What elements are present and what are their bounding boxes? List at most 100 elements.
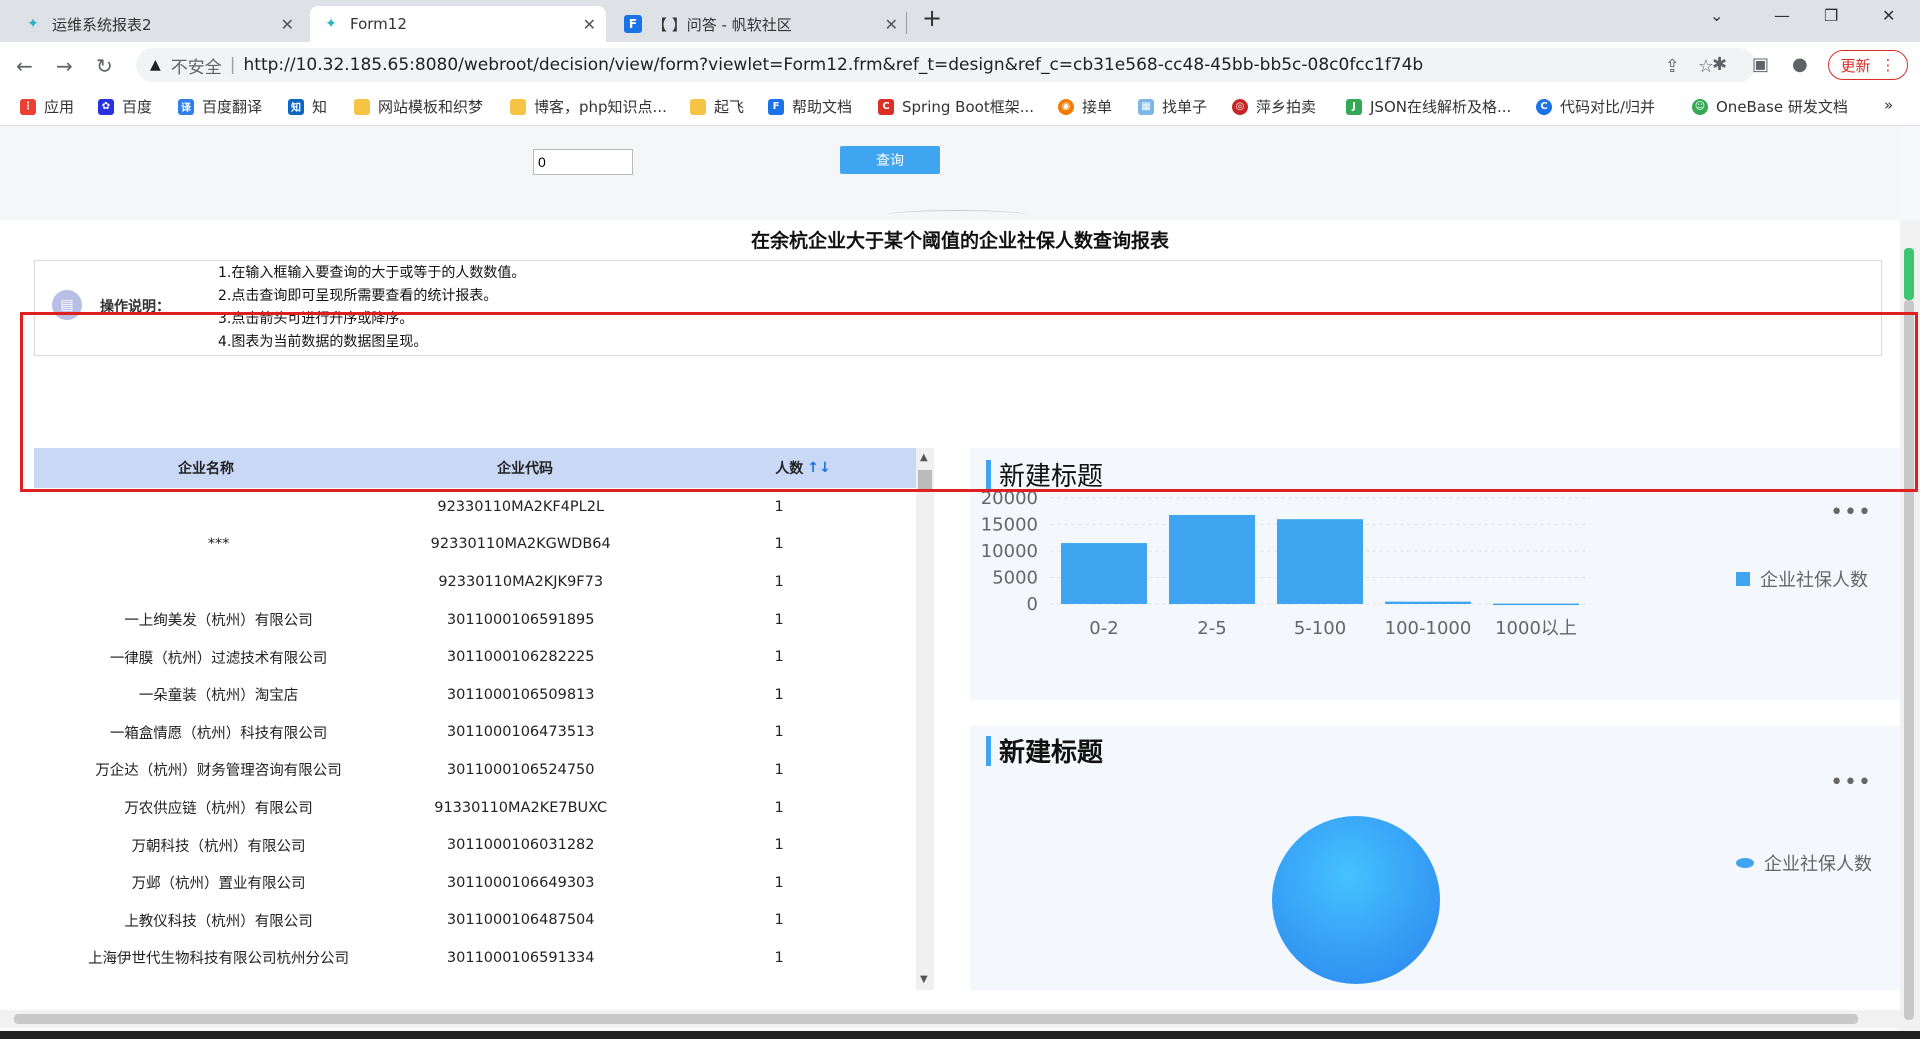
query-button[interactable]: 查询 xyxy=(840,146,940,174)
scroll-thumb-active[interactable] xyxy=(1904,248,1914,300)
bookmarks-overflow-icon[interactable]: » xyxy=(1884,96,1893,114)
bar[interactable] xyxy=(1169,514,1255,604)
bookmark-zhihu[interactable]: 知知 xyxy=(288,96,327,117)
scroll-thumb[interactable] xyxy=(1904,300,1914,1020)
bookmark-baidu-translate[interactable]: 译百度翻译 xyxy=(178,96,262,117)
cell-company-name: 一箱盒情愿（杭州）科技有限公司 xyxy=(109,725,328,742)
cell-company-code: 3011000106031282 xyxy=(446,837,595,854)
cell-headcount: 1 xyxy=(774,649,784,666)
reload-icon[interactable]: ↻ xyxy=(96,54,113,78)
bookmark-qifei[interactable]: 起飞 xyxy=(690,96,744,117)
fanruan-community-icon: F xyxy=(624,15,642,33)
tab-search-icon[interactable]: ⌄ xyxy=(1710,6,1723,25)
cell-headcount: 1 xyxy=(774,686,784,703)
cell-headcount: 1 xyxy=(774,724,784,741)
cell-company-name: 上教仪科技（杭州）有限公司 xyxy=(124,913,313,930)
scroll-up-icon[interactable]: ▲ xyxy=(920,452,928,463)
table-row[interactable]: 92330110MA2KJK9F73 1 xyxy=(20,563,934,601)
bar[interactable] xyxy=(1277,519,1363,604)
minimize-icon[interactable]: — xyxy=(1774,6,1790,25)
new-tab-icon[interactable]: + xyxy=(922,4,942,32)
translate-icon: 译 xyxy=(178,98,194,115)
close-icon[interactable]: ✕ xyxy=(885,15,898,34)
close-icon[interactable]: ✕ xyxy=(281,15,294,34)
fanruan-icon: ✦ xyxy=(27,16,39,32)
tab-form12[interactable]: ✦ Form12 ✕ xyxy=(310,6,606,42)
table-row[interactable]: 上教仪科技（杭州）有限公司 3011000106487504 1 xyxy=(20,902,934,940)
table-row[interactable]: 一箱盒情愿（杭州）科技有限公司 3011000106473513 1 xyxy=(20,714,934,752)
table-row[interactable]: 万朝科技（杭州）有限公司 3011000106031282 1 xyxy=(20,826,934,864)
cell-company-code: 3011000106282225 xyxy=(446,649,595,666)
update-button[interactable]: 更新 ⋮ xyxy=(1828,50,1908,80)
extensions-icon[interactable]: ✱ xyxy=(1712,54,1727,75)
x-tick-label: 100-1000 xyxy=(1385,618,1472,639)
bookmark-diff[interactable]: C 代码对比/归并 xyxy=(1536,96,1655,117)
table-row[interactable]: 一上绚美发（杭州）有限公司 3011000106591895 1 xyxy=(20,601,934,639)
url-field[interactable]: ▲ 不安全 | http://10.32.185.65:8080/webroot… xyxy=(136,48,1756,82)
page-vertical-scrollbar[interactable] xyxy=(1900,220,1920,1038)
tab-community[interactable]: F 【 】问答 - 帆软社区 ✕ xyxy=(612,6,908,42)
table-row[interactable]: 万农供应链（杭州）有限公司 91330110MA2KE7BUXC 1 xyxy=(20,789,934,827)
instruction-line: 3.点击箭头可进行升序或降序。 xyxy=(218,311,414,327)
pie-slice[interactable] xyxy=(1272,816,1440,984)
spring-c-icon: C xyxy=(878,98,894,115)
bookmark-baidu[interactable]: ✿ 百度 xyxy=(98,96,152,117)
cell-company-name: 一上绚美发（杭州）有限公司 xyxy=(124,613,313,630)
bookmark-apps[interactable]: ⋮ 应用 xyxy=(20,96,74,117)
table-row[interactable]: 一律膜（杭州）过滤技术有限公司 3011000106282225 1 xyxy=(20,638,934,676)
sidepanel-icon[interactable]: ▣ xyxy=(1752,54,1769,75)
bookmark-help-docs[interactable]: F 帮助文档 xyxy=(768,96,852,117)
cell-headcount: 1 xyxy=(774,761,784,778)
sort-icon[interactable]: ↑↓ xyxy=(807,460,830,476)
forward-icon[interactable]: → xyxy=(56,54,73,78)
table-row[interactable]: 一朵童装（杭州）淘宝店 3011000106509813 1 xyxy=(20,676,934,714)
cell-company-name: 上海伊世代生物科技有限公司杭州分公司 xyxy=(88,951,350,968)
cell-company-name: 万邺（杭州）置业有限公司 xyxy=(131,876,306,893)
threshold-input[interactable] xyxy=(533,149,633,175)
bar[interactable] xyxy=(1061,543,1147,604)
restore-icon[interactable]: ❐ xyxy=(1824,6,1838,25)
share-icon[interactable]: ⇪ xyxy=(1665,56,1698,77)
bookmark-templates[interactable]: 网站模板和织梦 xyxy=(354,96,483,117)
scroll-thumb[interactable] xyxy=(918,470,932,490)
legend-swatch xyxy=(1736,572,1750,586)
cell-company-code: 3011000106591334 xyxy=(446,949,595,966)
page-horizontal-scrollbar[interactable] xyxy=(0,1010,1900,1028)
cell-headcount: 1 xyxy=(774,837,784,854)
query-bar: 查询 xyxy=(0,126,1900,220)
table-scrollbar[interactable]: ▲ ▼ xyxy=(916,448,934,990)
close-icon[interactable]: ✕ xyxy=(583,15,596,34)
bookmark-pingxiang[interactable]: ◎ 萍乡拍卖 xyxy=(1232,96,1316,117)
tab-separator xyxy=(906,12,907,34)
scroll-thumb[interactable] xyxy=(14,1014,1858,1024)
cell-company-code: 92330110MA2KGWDB64 xyxy=(430,536,611,553)
table-row[interactable]: 万邺（杭州）置业有限公司 3011000106649303 1 xyxy=(20,864,934,902)
header-headcount[interactable]: 人数 ↑↓ xyxy=(672,448,934,488)
table-row[interactable]: *** 92330110MA2KGWDB64 1 xyxy=(20,526,934,564)
scroll-down-icon[interactable]: ▼ xyxy=(920,974,928,985)
fanruan-icon: ✦ xyxy=(325,16,337,32)
bookmarks-bar: ⋮ 应用 ✿ 百度 译百度翻译 知知 网站模板和织梦 博客，php知识点... 起飞… xyxy=(0,88,1920,126)
close-window-icon[interactable]: ✕ xyxy=(1882,6,1895,25)
table-row[interactable]: 万企达（杭州）财务管理咨询有限公司 3011000106524750 1 xyxy=(20,751,934,789)
bookmark-jiedan[interactable]: ◉ 接单 xyxy=(1058,96,1112,117)
back-icon[interactable]: ← xyxy=(16,54,33,78)
table-row[interactable]: 92330110MA2KF4PL2L 1 xyxy=(20,488,934,526)
tab-yunwei[interactable]: ✦ 运维系统报表2 ✕ xyxy=(12,6,304,42)
pie-legend[interactable]: 企业社保人数 xyxy=(1736,850,1872,876)
bookmark-spring-boot[interactable]: C Spring Boot框架... xyxy=(878,96,1034,117)
bar[interactable] xyxy=(1493,603,1579,606)
cell-headcount: 1 xyxy=(774,874,784,891)
table-row[interactable]: 上海伊世代生物科技有限公司杭州分公司 3011000106591334 1 xyxy=(20,939,934,977)
bookmark-zhaodanzi[interactable]: ▦ 找单子 xyxy=(1138,96,1207,117)
bookmark-json[interactable]: J JSON在线解析及格... xyxy=(1346,96,1511,117)
bar[interactable] xyxy=(1385,601,1471,604)
bookmark-onebase[interactable]: ☺ OneBase 研发文档 xyxy=(1692,96,1848,117)
grid-icon: ▦ xyxy=(1138,98,1154,115)
instruction-line: 4.图表为当前数据的数据图呈现。 xyxy=(218,334,428,350)
profile-icon[interactable]: ● xyxy=(1792,54,1808,75)
collapse-handle[interactable] xyxy=(887,210,1027,220)
bar-legend[interactable]: 企业社保人数 xyxy=(1736,566,1868,592)
cell-company-code: 3011000106591895 xyxy=(446,611,595,628)
bookmark-blog[interactable]: 博客，php知识点... xyxy=(510,96,667,117)
